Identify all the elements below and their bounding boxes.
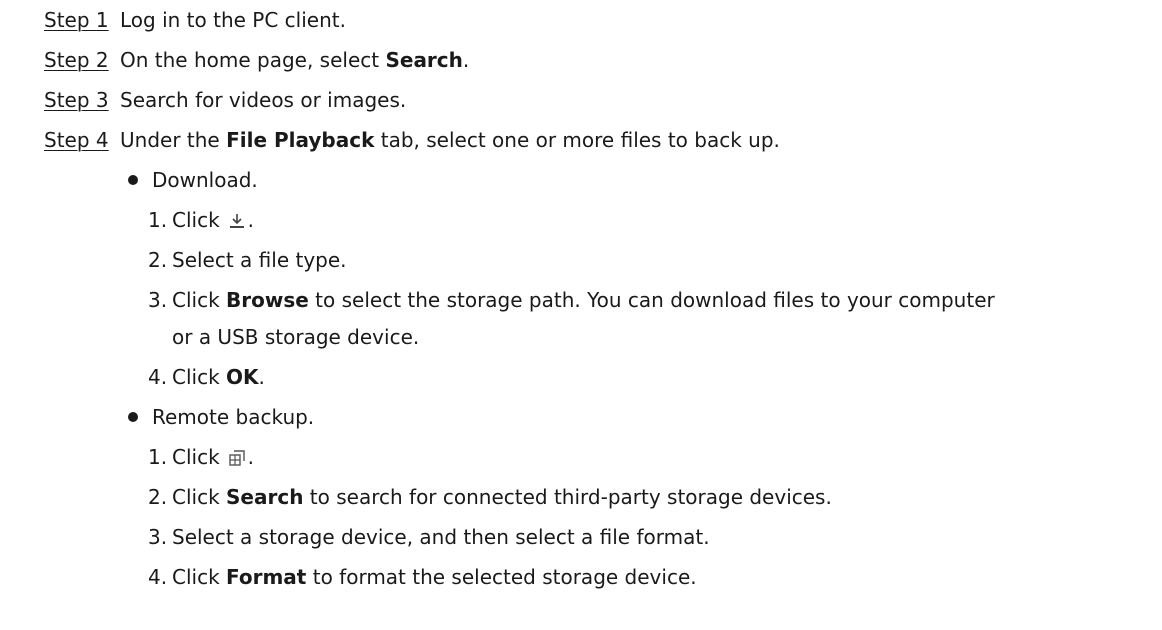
bullet-remote-backup: Remote backup. xyxy=(128,402,314,432)
step-2: Step 2 On the home page, select Search. xyxy=(44,45,469,75)
substep-text: Click xyxy=(172,208,220,232)
bullet-icon xyxy=(128,175,138,185)
step-label: Step 3 xyxy=(44,88,109,112)
substep-text-end: . xyxy=(247,445,255,469)
substep-text: Click xyxy=(172,365,227,389)
step-4: Step 4 Under the File Playback tab, selec… xyxy=(44,125,780,155)
remote-substep-2: 2. Click Search to search for connected t… xyxy=(148,482,832,512)
bullet-icon xyxy=(128,412,138,422)
substep-text-end: to select the storage path. You can down… xyxy=(308,288,995,312)
ui-term-file-playback: File Playback xyxy=(226,128,375,152)
substep-text: Click xyxy=(172,288,227,312)
step-text-end: . xyxy=(462,48,470,72)
substep-text: Select a storage device, and then select… xyxy=(172,525,710,549)
substep-number: 1. xyxy=(148,445,168,469)
substep-text-end: . xyxy=(258,365,265,389)
remote-substep-1: 1. Click. xyxy=(148,442,254,472)
substep-number: 4. xyxy=(148,565,168,589)
bullet-download: Download. xyxy=(128,165,258,195)
step-text: Under the xyxy=(120,128,227,152)
step-label: Step 2 xyxy=(44,48,109,72)
step-label: Step 1 xyxy=(44,8,109,32)
download-substep-2: 2. Select a file type. xyxy=(148,245,347,275)
document-page: Step 1 Log in to the PC client. Step 2 On … xyxy=(0,0,1162,630)
remote-substep-3: 3. Select a storage device, and then sele… xyxy=(148,522,710,552)
step-text: On the home page, select xyxy=(120,48,386,72)
download-substep-3-continued: or a USB storage device. xyxy=(172,322,419,352)
remote-backup-icon xyxy=(228,445,246,475)
substep-number: 3. xyxy=(148,288,168,312)
download-substep-3: 3. Click Browse to select the storage pat… xyxy=(148,285,995,315)
step-text-end: tab, select one or more files to back up… xyxy=(374,128,780,152)
substep-text-continued: or a USB storage device. xyxy=(172,325,420,349)
ui-term-format: Format xyxy=(226,565,307,589)
substep-text: Click xyxy=(172,485,227,509)
bullet-title: Download. xyxy=(152,168,258,192)
substep-number: 3. xyxy=(148,525,168,549)
remote-substep-4: 4. Click Format to format the selected st… xyxy=(148,562,697,592)
step-label: Step 4 xyxy=(44,128,109,152)
download-substep-1: 1. Click. xyxy=(148,205,254,235)
substep-number: 4. xyxy=(148,365,168,389)
substep-text-end: . xyxy=(247,208,255,232)
step-3: Step 3 Search for videos or images. xyxy=(44,85,406,115)
ui-term-search: Search xyxy=(385,48,463,72)
step-1: Step 1 Log in to the PC client. xyxy=(44,5,346,35)
ui-term-search: Search xyxy=(226,485,304,509)
substep-text-end: to search for connected third-party stor… xyxy=(303,485,832,509)
substep-text: Click xyxy=(172,445,220,469)
substep-text-end: to format the selected storage device. xyxy=(306,565,697,589)
substep-text: Click xyxy=(172,565,227,589)
download-substep-4: 4. Click OK. xyxy=(148,362,265,392)
bullet-title: Remote backup. xyxy=(152,405,315,429)
ui-term-ok: OK xyxy=(226,365,259,389)
download-icon xyxy=(228,208,246,238)
substep-text: Select a file type. xyxy=(172,248,347,272)
substep-number: 2. xyxy=(148,248,168,272)
substep-number: 2. xyxy=(148,485,168,509)
ui-term-browse: Browse xyxy=(226,288,309,312)
step-text: Search for videos or images. xyxy=(120,88,407,112)
substep-number: 1. xyxy=(148,208,168,232)
step-text: Log in to the PC client. xyxy=(120,8,346,32)
